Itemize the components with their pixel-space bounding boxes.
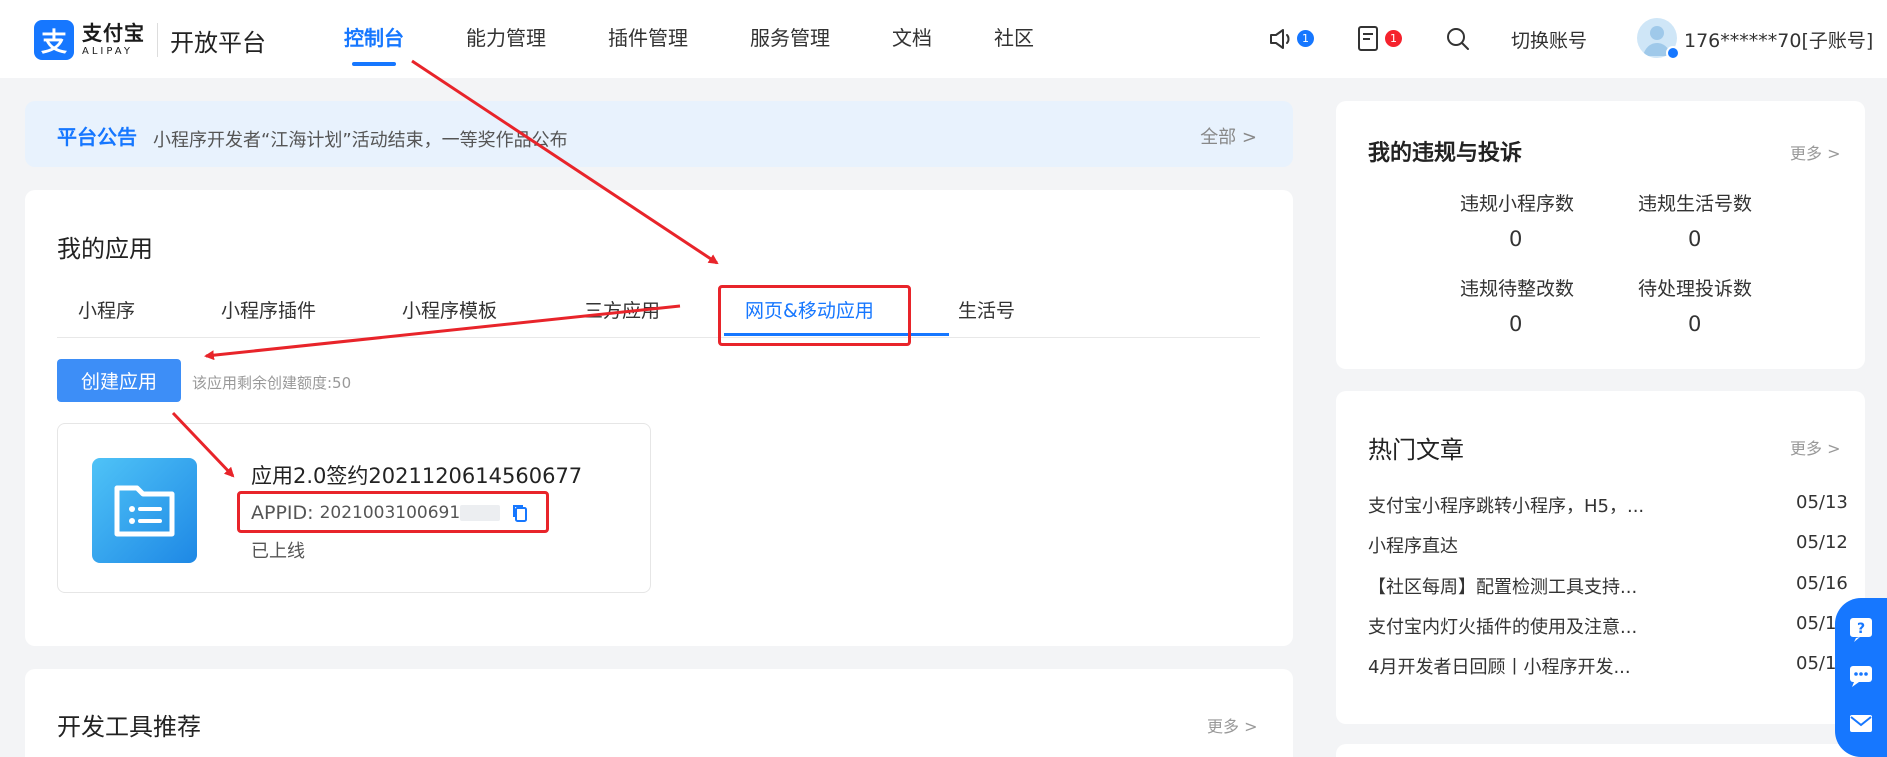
speaker-icon[interactable]: [1266, 24, 1296, 54]
logo-cn: 支付宝: [82, 21, 145, 45]
main-nav: 控制台 能力管理 插件管理 服务管理 文档 社区: [344, 0, 1096, 78]
dev-tools-card: [25, 669, 1293, 757]
article-date: 05/1: [1796, 613, 1837, 634]
article-date: 05/13: [1796, 492, 1848, 513]
stat-label-violating-life-accounts: 违规生活号数: [1638, 193, 1753, 215]
hot-articles-more-link[interactable]: 更多 >: [1790, 435, 1841, 459]
top-header: 支 支付宝 ALIPAY 开放平台 控制台 能力管理 插件管理 服务管理 文档 …: [0, 0, 1887, 78]
tab-life-account[interactable]: 生活号: [958, 296, 1015, 323]
stat-value-violating-life-accounts[interactable]: 0: [1688, 227, 1701, 251]
my-apps-title: 我的应用: [57, 235, 153, 263]
article-date: 05/16: [1796, 573, 1848, 594]
nav-capability[interactable]: 能力管理: [466, 0, 546, 78]
annotation-box-appid: [237, 491, 549, 533]
tab-mini-program-plugin[interactable]: 小程序插件: [221, 296, 316, 323]
create-app-button[interactable]: 创建应用: [57, 359, 181, 402]
platform-name: 开放平台: [170, 28, 266, 57]
alipay-logo-mark: 支: [34, 20, 74, 60]
stat-label-pending-rectification: 违规待整改数: [1460, 278, 1575, 300]
tab-third-party-app[interactable]: 三方应用: [584, 296, 660, 323]
nav-plugin[interactable]: 插件管理: [608, 0, 688, 78]
help-icon[interactable]: ?: [1848, 616, 1874, 642]
article-item[interactable]: 支付宝内灯火插件的使用及注意...: [1368, 613, 1637, 639]
announcement-bar: 平台公告 小程序开发者“江海计划”活动结束，一等奖作品公布 全部 >: [25, 101, 1293, 167]
floating-help-bar: ?: [1835, 598, 1887, 757]
message-badge: 1: [1385, 30, 1402, 47]
violations-title: 我的违规与投诉: [1368, 141, 1523, 166]
logo-text: 支付宝 ALIPAY: [82, 23, 145, 57]
app-type-tabs: 小程序 小程序插件 小程序模板 三方应用 网页&移动应用 生活号: [57, 288, 1260, 338]
create-quota-text: 该应用剩余创建额度:50: [192, 374, 352, 392]
logo-en: ALIPAY: [82, 46, 133, 57]
nav-docs[interactable]: 文档: [892, 0, 932, 78]
svg-text:?: ?: [1857, 621, 1865, 637]
tab-mini-program-template[interactable]: 小程序模板: [402, 296, 497, 323]
dev-tools-more-link[interactable]: 更多 >: [1207, 713, 1258, 737]
next-card: [1336, 744, 1865, 757]
stat-label-violating-miniprograms: 违规小程序数: [1460, 193, 1575, 215]
hot-articles-title: 热门文章: [1368, 436, 1464, 464]
message-list-icon[interactable]: [1354, 24, 1384, 54]
announcement-all-link[interactable]: 全部 >: [1200, 123, 1257, 149]
dev-tools-title: 开发工具推荐: [57, 713, 201, 741]
article-date: 05/1: [1796, 653, 1837, 674]
violations-more-link[interactable]: 更多 >: [1790, 140, 1841, 164]
alipay-logo[interactable]: 支 支付宝 ALIPAY 开放平台: [34, 20, 266, 60]
annotation-box-tab: [718, 285, 911, 346]
stat-value-pending-rectification[interactable]: 0: [1509, 312, 1522, 336]
user-name[interactable]: 176******70[子账号]: [1684, 26, 1873, 53]
notify-badge: 1: [1297, 30, 1314, 47]
article-item[interactable]: 支付宝小程序跳转小程序，H5，...: [1368, 492, 1644, 518]
logo-divider: [157, 23, 158, 57]
nav-console[interactable]: 控制台: [344, 0, 404, 78]
switch-account-link[interactable]: 切换账号: [1511, 26, 1587, 53]
nav-service[interactable]: 服务管理: [750, 0, 830, 78]
folder-list-icon: [92, 458, 197, 563]
nav-community[interactable]: 社区: [994, 0, 1034, 78]
stat-value-pending-complaints[interactable]: 0: [1688, 312, 1701, 336]
article-date: 05/12: [1796, 532, 1848, 553]
announcement-tag: 平台公告: [57, 125, 137, 149]
avatar-status-dot: [1666, 46, 1680, 60]
stat-value-violating-miniprograms[interactable]: 0: [1509, 227, 1522, 251]
app-status: 已上线: [251, 541, 305, 562]
stat-label-pending-complaints: 待处理投诉数: [1638, 278, 1753, 300]
tab-mini-program[interactable]: 小程序: [78, 296, 135, 323]
app-name[interactable]: 应用2.0签约2021120614560677: [251, 460, 582, 490]
article-item[interactable]: 小程序直达: [1368, 532, 1458, 558]
search-icon[interactable]: [1443, 24, 1473, 54]
chat-icon[interactable]: [1848, 663, 1874, 689]
mail-icon[interactable]: [1848, 710, 1874, 736]
announcement-text[interactable]: 小程序开发者“江海计划”活动结束，一等奖作品公布: [153, 126, 568, 152]
article-item[interactable]: 4月开发者日回顾丨小程序开发...: [1368, 653, 1631, 679]
article-item[interactable]: 【社区每周】配置检测工具支持...: [1368, 573, 1637, 599]
